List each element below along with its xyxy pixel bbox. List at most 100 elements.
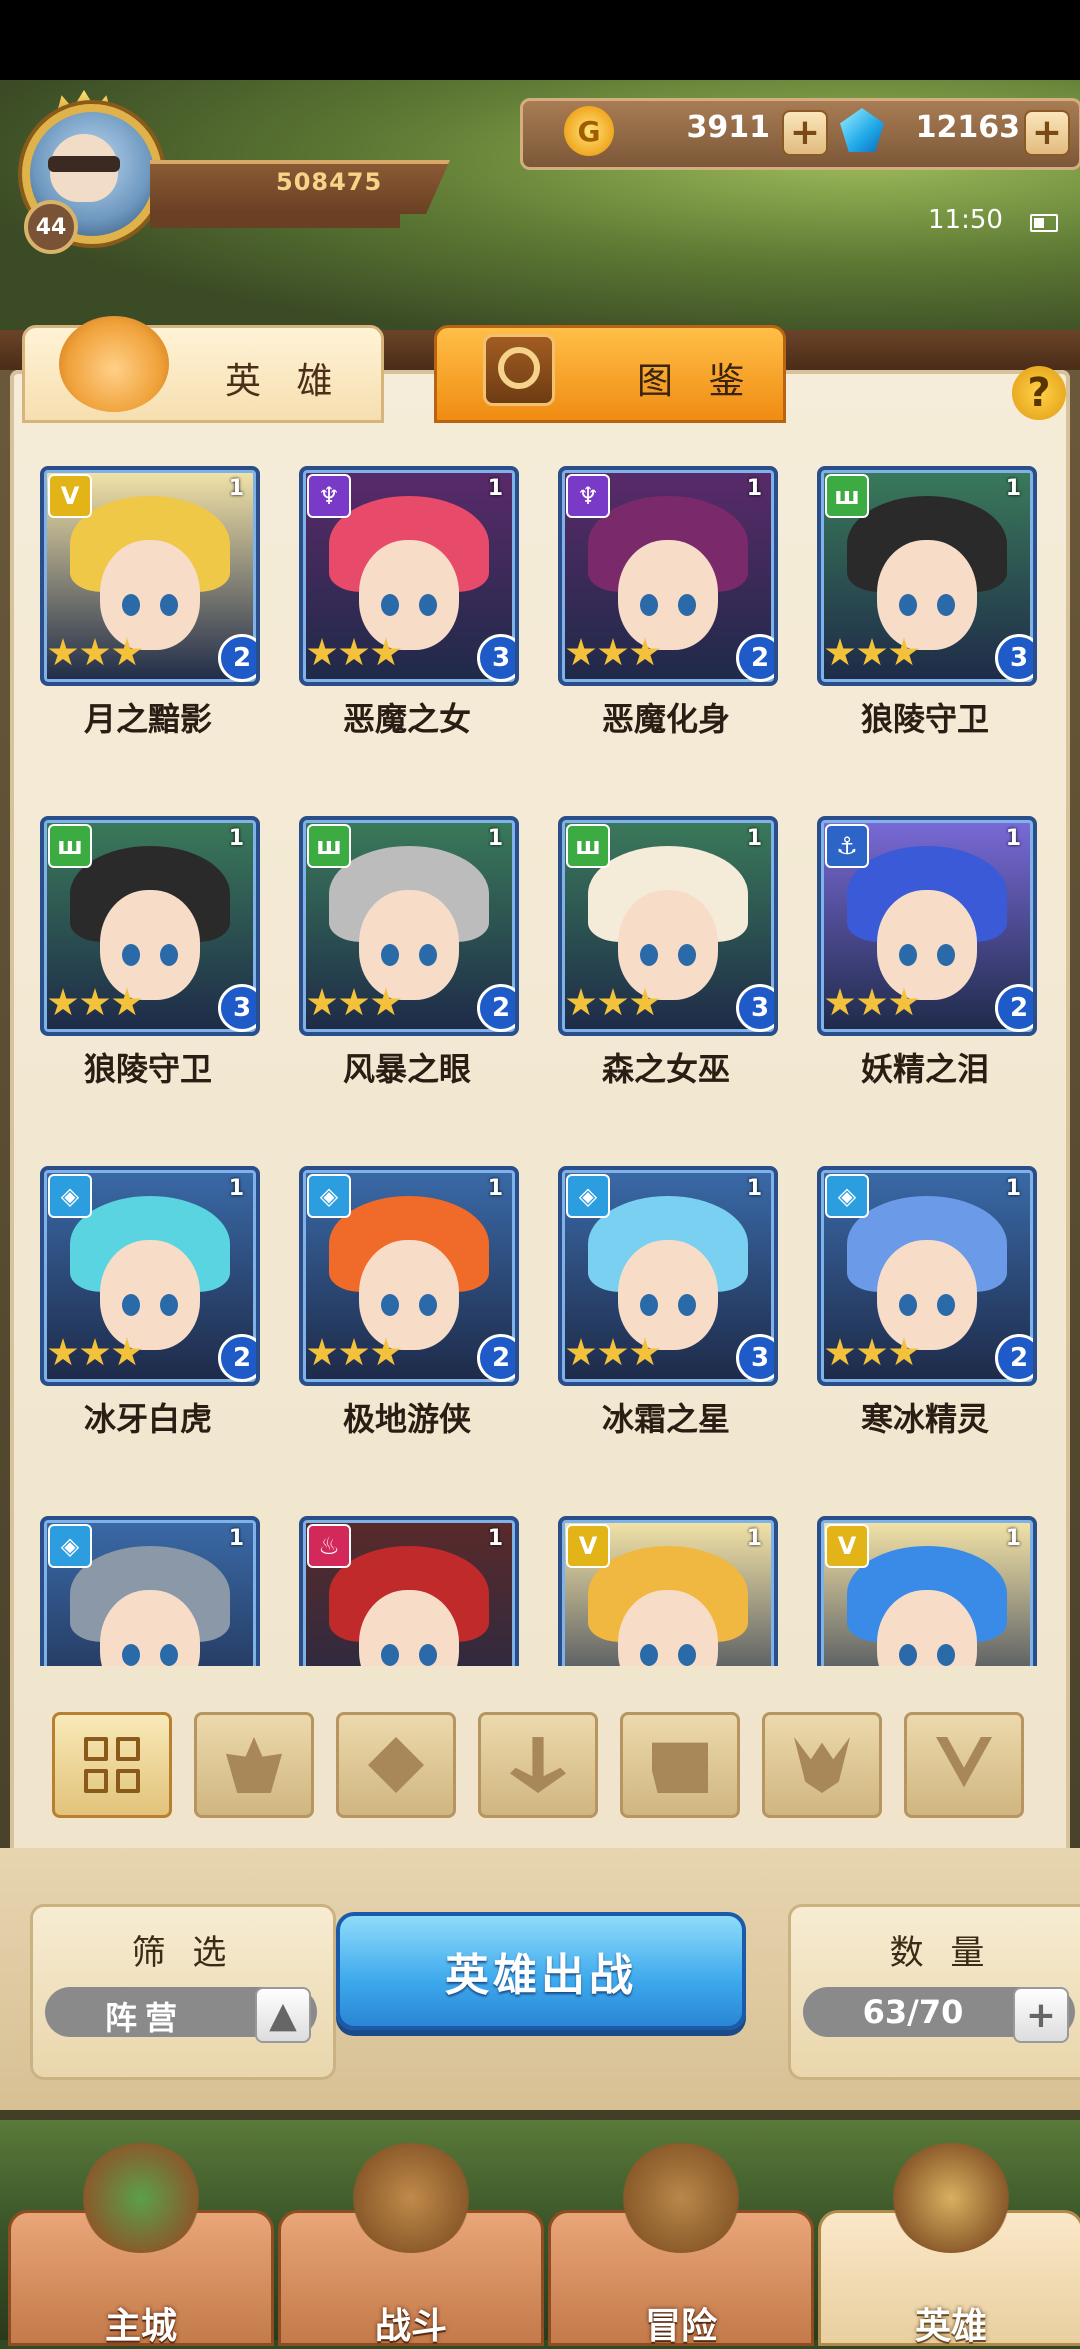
star-icon (598, 1338, 628, 1366)
hero-card[interactable]: ♨ 1 (299, 1516, 519, 1666)
filter-box: 筛 选 阵营 ▲ (30, 1904, 336, 2080)
hero-card[interactable]: ш 1 3 森之女巫 (558, 816, 778, 1088)
hero-card[interactable]: ♆ 1 3 恶魔之女 (299, 466, 519, 738)
grid-icon (84, 1737, 140, 1793)
hero-portrait: ◈ 1 (40, 1516, 260, 1666)
hero-face (877, 1240, 977, 1350)
filter-ice-button[interactable] (336, 1712, 456, 1818)
light-faction-icon (936, 1737, 992, 1788)
hero-card[interactable]: ш 1 3 狼陵守卫 (40, 816, 260, 1088)
hero-name: 月之黯影 (83, 700, 212, 738)
star-icon (80, 638, 110, 666)
filter-dropdown[interactable]: 阵营 ▲ (45, 1987, 317, 2043)
filter-all-button[interactable] (52, 1712, 172, 1818)
battery-icon (1030, 214, 1058, 232)
count-box: 数 量 63/70 + (788, 1904, 1080, 2080)
hero-card[interactable]: V 1 (558, 1516, 778, 1666)
gem-amount: 12163 (915, 110, 1020, 145)
star-icon (339, 988, 369, 1016)
dark-faction-icon (794, 1737, 850, 1793)
star-icon (598, 638, 628, 666)
hero-level-badge: 2 (477, 1334, 515, 1382)
nav-main-city[interactable]: 主城 (8, 2143, 274, 2347)
hero-count: 1 (1005, 476, 1021, 501)
star-icon (857, 1338, 887, 1366)
filter-dark-button[interactable] (762, 1712, 882, 1818)
hero-card[interactable]: ◈ 1 2 冰牙白虎 (40, 1166, 260, 1438)
nav-heroes-label: 英雄 (914, 2306, 987, 2347)
hero-card[interactable]: ш 1 2 风暴之眼 (299, 816, 519, 1088)
nav-adventure-label: 冒险 (644, 2306, 717, 2347)
filter-light-button[interactable] (904, 1712, 1024, 1818)
help-button[interactable]: ? (1012, 366, 1066, 420)
nav-adventure[interactable]: 冒险 (548, 2143, 814, 2347)
star-icon (307, 1338, 337, 1366)
avatar-blindfold (48, 156, 120, 172)
nav-heroes[interactable]: 英雄 (818, 2143, 1080, 2347)
hero-stars (566, 1338, 662, 1368)
hero-name: 恶魔之女 (342, 700, 471, 738)
star-icon (857, 988, 887, 1016)
star-icon (566, 1338, 596, 1366)
hero-card[interactable]: ⚓ 1 2 妖精之泪 (817, 816, 1037, 1088)
star-icon (48, 638, 78, 666)
star-icon (825, 638, 855, 666)
filter-fire-button[interactable] (194, 1712, 314, 1818)
player-level-badge: 44 (24, 200, 78, 254)
hero-count: 1 (228, 1526, 244, 1551)
tab-hero[interactable]: 英 雄 (22, 316, 384, 423)
hero-card[interactable]: ◈ 1 2 极地游侠 (299, 1166, 519, 1438)
count-pill: 63/70 + (803, 1987, 1075, 2043)
hero-level-badge: 3 (736, 1334, 774, 1382)
filter-water-button[interactable] (478, 1712, 598, 1818)
star-icon (371, 638, 401, 666)
hero-card[interactable]: V 1 (817, 1516, 1037, 1666)
hero-level-badge: 3 (477, 634, 515, 682)
hero-name: 冰牙白虎 (83, 1400, 212, 1438)
hero-level-badge: 2 (995, 984, 1033, 1032)
faction-ice-icon: ◈ (825, 1174, 869, 1218)
hero-face (877, 890, 977, 1000)
hero-name: 冰霜之星 (601, 1400, 730, 1438)
hero-face (618, 1240, 718, 1350)
nav-battle-icon (351, 2143, 471, 2253)
faction-water-icon: ⚓ (825, 824, 869, 868)
hero-count: 63/70 (862, 1993, 964, 2031)
star-icon (857, 638, 887, 666)
hero-name: 恶魔化身 (601, 700, 730, 738)
add-gold-button[interactable]: + (782, 110, 828, 156)
hero-card[interactable]: ◈ 1 (40, 1516, 260, 1666)
add-gem-button[interactable]: + (1024, 110, 1070, 156)
faction-fire-icon: ♨ (307, 1524, 351, 1568)
hero-name: 森之女巫 (601, 1050, 730, 1088)
faction-ice-icon: ◈ (48, 1524, 92, 1568)
hero-level-badge: 2 (218, 634, 256, 682)
hero-card[interactable]: V 1 2 月之黯影 (40, 466, 260, 738)
star-icon (630, 1338, 660, 1366)
player-avatar[interactable]: 44 (8, 90, 162, 254)
nav-heroes-icon (891, 2143, 1011, 2253)
hero-portrait: ш 1 2 (299, 816, 519, 1036)
star-icon (566, 638, 596, 666)
filter-nature-button[interactable] (620, 1712, 740, 1818)
hero-portrait: ◈ 1 3 (558, 1166, 778, 1386)
hero-card[interactable]: ◈ 1 2 寒冰精灵 (817, 1166, 1037, 1438)
faction-dark-icon: ♆ (566, 474, 610, 518)
filter-toggle-button[interactable]: ▲ (255, 1987, 311, 2043)
nav-battle[interactable]: 战斗 (278, 2143, 544, 2347)
hero-card[interactable]: ♆ 1 2 恶魔化身 (558, 466, 778, 738)
deploy-heroes-button[interactable]: 英雄出战 (336, 1912, 746, 2030)
faction-filter-row (52, 1712, 1032, 1822)
tab-codex[interactable]: 图 鉴 (434, 325, 786, 423)
hero-face (618, 540, 718, 650)
hero-level-badge: 3 (995, 634, 1033, 682)
hero-face (359, 540, 459, 650)
hero-count: 1 (228, 476, 244, 501)
hero-level-badge: 2 (477, 984, 515, 1032)
hero-card[interactable]: ◈ 1 3 冰霜之星 (558, 1166, 778, 1438)
expand-capacity-button[interactable]: + (1013, 1987, 1069, 2043)
hero-card[interactable]: ш 1 3 狼陵守卫 (817, 466, 1037, 738)
ice-faction-icon (368, 1737, 424, 1793)
tab-codex-label: 图 鉴 (637, 361, 757, 402)
nav-main-city-icon (81, 2143, 201, 2253)
